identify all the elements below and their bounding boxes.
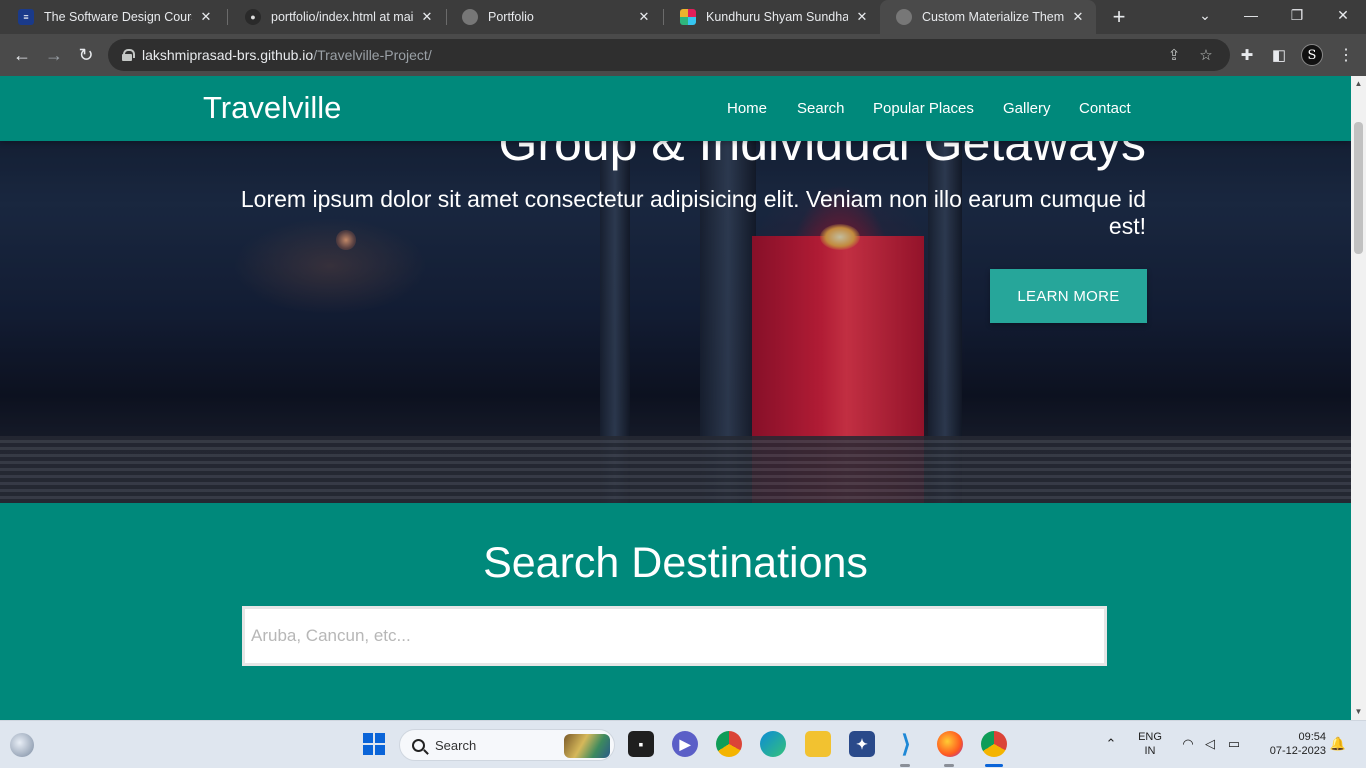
tab-kundhuru-slack[interactable]: Kundhuru Shyam Sundhar - ✕ — [664, 0, 880, 34]
edge-icon[interactable] — [760, 731, 786, 757]
search-highlight-image — [564, 734, 610, 758]
nav-link-gallery[interactable]: Gallery — [1003, 100, 1051, 117]
nav-link-popular-places[interactable]: Popular Places — [873, 100, 974, 117]
taskbar-search-box[interactable]: Search — [399, 729, 615, 761]
media-player-icon[interactable]: ✦ — [849, 731, 875, 757]
tab-title: Kundhuru Shyam Sundhar - — [706, 10, 848, 24]
close-tab-icon[interactable]: ✕ — [419, 9, 435, 25]
scroll-up-icon[interactable]: ▲ — [1354, 79, 1363, 88]
hero-text: Lorem ipsum dolor sit amet consectetur a… — [240, 186, 1146, 239]
close-tab-icon[interactable]: ✕ — [636, 9, 652, 25]
address-bar[interactable]: lakshmiprasad-brs.github.io/Travelville-… — [108, 39, 1230, 71]
globe-icon — [462, 9, 478, 25]
url-path: /Travelville-Project/ — [313, 47, 432, 63]
input-language[interactable]: ENG IN — [1134, 730, 1166, 758]
destination-search-input[interactable] — [242, 606, 1107, 666]
minimize-button[interactable]: — — [1228, 0, 1274, 30]
search-title: Search Destinations — [483, 539, 868, 587]
extensions-puzzle-icon[interactable]: ✚ — [1237, 45, 1257, 65]
search-icon — [412, 738, 425, 752]
menu-kebab-icon[interactable]: ⋮ — [1336, 45, 1356, 65]
tab-title: portfolio/index.html at main — [271, 10, 413, 24]
language-code: ENG — [1138, 731, 1162, 743]
new-tab-button[interactable]: + — [1106, 4, 1132, 29]
chrome-profile-icon[interactable] — [981, 731, 1007, 757]
windows-taskbar: Search ▪ ▶ ✦ ⟩ ⌃ ENG IN ◠ ◁ ▭ 09:54 07-1… — [0, 720, 1366, 768]
clock-time: 09:54 — [1298, 731, 1326, 743]
restore-button[interactable]: ❐ — [1274, 0, 1320, 30]
bookmark-star-icon[interactable]: ☆ — [1198, 47, 1214, 64]
nav-link-home[interactable]: Home — [727, 100, 767, 117]
site-navbar: Travelville Home Search Popular Places G… — [0, 76, 1351, 141]
clock[interactable]: 09:54 07-12-2023 — [1256, 730, 1326, 758]
nav-link-search[interactable]: Search — [797, 100, 845, 117]
tab-title: The Software Design Course — [44, 10, 192, 24]
github-icon: ● — [245, 9, 261, 25]
close-tab-icon[interactable]: ✕ — [1070, 9, 1086, 25]
slack-icon — [680, 9, 696, 25]
active-indicator — [985, 764, 1003, 767]
tab-custom-materialize-theme[interactable]: Custom Materialize Theme ✕ — [880, 0, 1096, 34]
page-scrollbar[interactable]: ▲ ▼ — [1351, 76, 1366, 720]
scroll-down-icon[interactable]: ▼ — [1354, 707, 1363, 716]
page-viewport: Group & Individual Getaways Lorem ipsum … — [0, 76, 1351, 720]
meet-chat-icon[interactable]: ▶ — [672, 731, 698, 757]
notification-bell-icon[interactable]: 🔔 — [1330, 736, 1346, 752]
close-window-button[interactable]: ✕ — [1320, 0, 1366, 30]
task-view-icon[interactable]: ▪ — [628, 731, 654, 757]
nav-link-contact[interactable]: Contact — [1079, 100, 1131, 117]
wifi-icon[interactable]: ◠ — [1180, 736, 1196, 752]
scrollbar-thumb[interactable] — [1354, 122, 1363, 254]
course-icon: ≡ — [18, 9, 34, 25]
battery-icon[interactable]: ▭ — [1226, 736, 1242, 752]
search-section: Search Destinations — [0, 503, 1351, 720]
volume-icon[interactable]: ◁ — [1202, 736, 1218, 752]
globe-icon — [896, 9, 912, 25]
tab-separator — [227, 9, 228, 25]
running-indicator — [900, 764, 910, 767]
file-explorer-icon[interactable] — [805, 731, 831, 757]
vscode-icon[interactable]: ⟩ — [893, 731, 919, 758]
browser-toolbar: ← → ↻ lakshmiprasad-brs.github.io/Travel… — [0, 34, 1366, 76]
learn-more-button[interactable]: LEARN MORE — [990, 269, 1147, 323]
close-tab-icon[interactable]: ✕ — [854, 9, 870, 25]
lock-icon[interactable] — [122, 49, 135, 61]
side-panel-icon[interactable]: ◧ — [1269, 45, 1289, 65]
chevron-up-icon[interactable]: ⌃ — [1103, 736, 1119, 752]
running-indicator — [944, 764, 954, 767]
back-arrow-icon[interactable]: ← — [8, 41, 36, 69]
share-icon[interactable]: ⇪ — [1166, 47, 1182, 64]
url-host: lakshmiprasad-brs.github.io — [142, 47, 314, 63]
windows-start-icon[interactable] — [361, 731, 387, 757]
tab-portfolio[interactable]: Portfolio ✕ — [446, 0, 662, 34]
widgets-icon[interactable] — [10, 733, 34, 757]
browser-tab-strip: ≡ The Software Design Course ✕ ● portfol… — [0, 0, 1366, 34]
reload-icon[interactable]: ↻ — [72, 41, 100, 69]
tab-portfolio-github[interactable]: ● portfolio/index.html at main ✕ — [229, 0, 445, 34]
close-tab-icon[interactable]: ✕ — [198, 9, 214, 25]
brand-logo[interactable]: Travelville — [203, 90, 341, 126]
taskbar-search-label: Search — [435, 737, 477, 753]
forward-arrow-icon[interactable]: → — [40, 41, 68, 69]
tab-search-chevron-icon[interactable]: ⌄ — [1182, 0, 1228, 30]
region-code: IN — [1144, 745, 1156, 757]
clock-date: 07-12-2023 — [1269, 745, 1326, 757]
chrome-icon[interactable] — [716, 731, 742, 757]
tab-title: Portfolio — [488, 10, 534, 24]
firefox-icon[interactable] — [937, 731, 963, 757]
tab-software-design-course[interactable]: ≡ The Software Design Course ✕ — [2, 0, 224, 34]
profile-avatar[interactable]: S — [1301, 44, 1323, 66]
tab-title: Custom Materialize Theme — [922, 10, 1064, 24]
